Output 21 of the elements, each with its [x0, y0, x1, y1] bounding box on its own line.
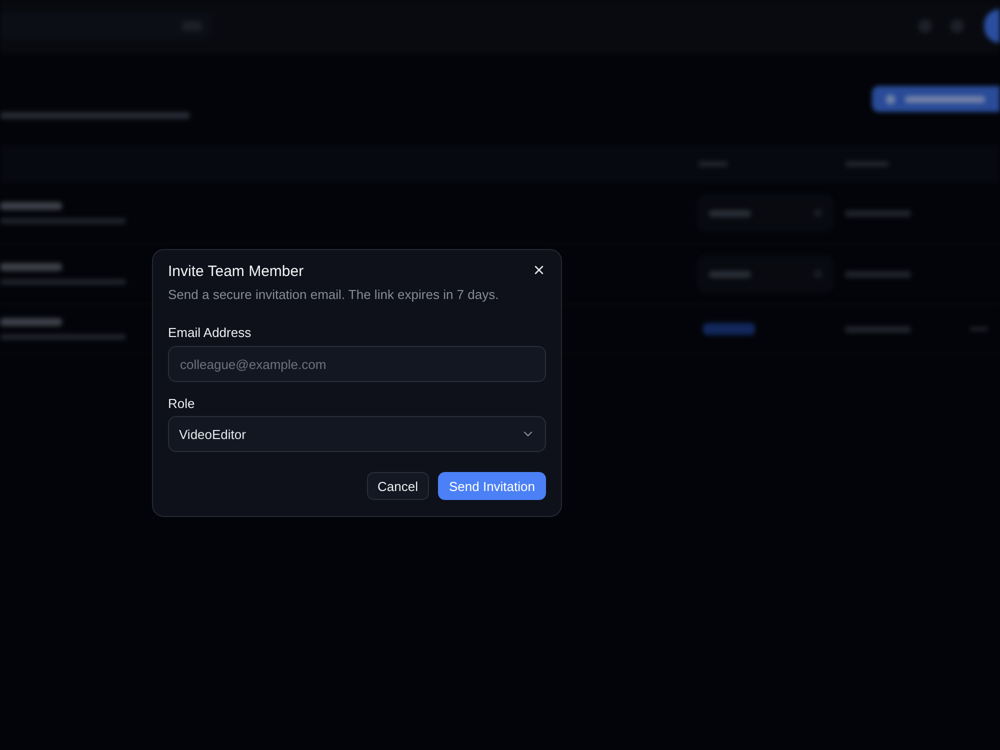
dialog-description: Send a secure invitation email. The link expires in 7 days. — [168, 286, 500, 304]
role-select[interactable]: VideoEditor — [168, 416, 546, 452]
blurred-icon — [918, 19, 932, 33]
cancel-button[interactable]: Cancel — [366, 472, 429, 500]
blurred-icon — [886, 94, 895, 104]
blurred-text — [845, 270, 911, 278]
blurred-text — [845, 210, 911, 216]
blurred-text — [709, 210, 751, 216]
email-input[interactable]: colleague@example.com — [168, 346, 546, 382]
blurred-text — [0, 263, 62, 271]
close-icon — [532, 263, 546, 277]
blurred-text — [0, 318, 62, 326]
dialog-title: Invite Team Member — [168, 262, 304, 282]
blurred-invite-button[interactable] — [872, 86, 1000, 112]
blurred-text — [0, 202, 62, 210]
field-label: Role — [168, 395, 195, 413]
blurred-text — [845, 326, 911, 332]
field-label: Email Address — [168, 324, 252, 342]
blurred-text — [709, 270, 751, 278]
send-button[interactable]: Send Invitation — [438, 472, 546, 500]
blurred-icon — [950, 19, 964, 33]
